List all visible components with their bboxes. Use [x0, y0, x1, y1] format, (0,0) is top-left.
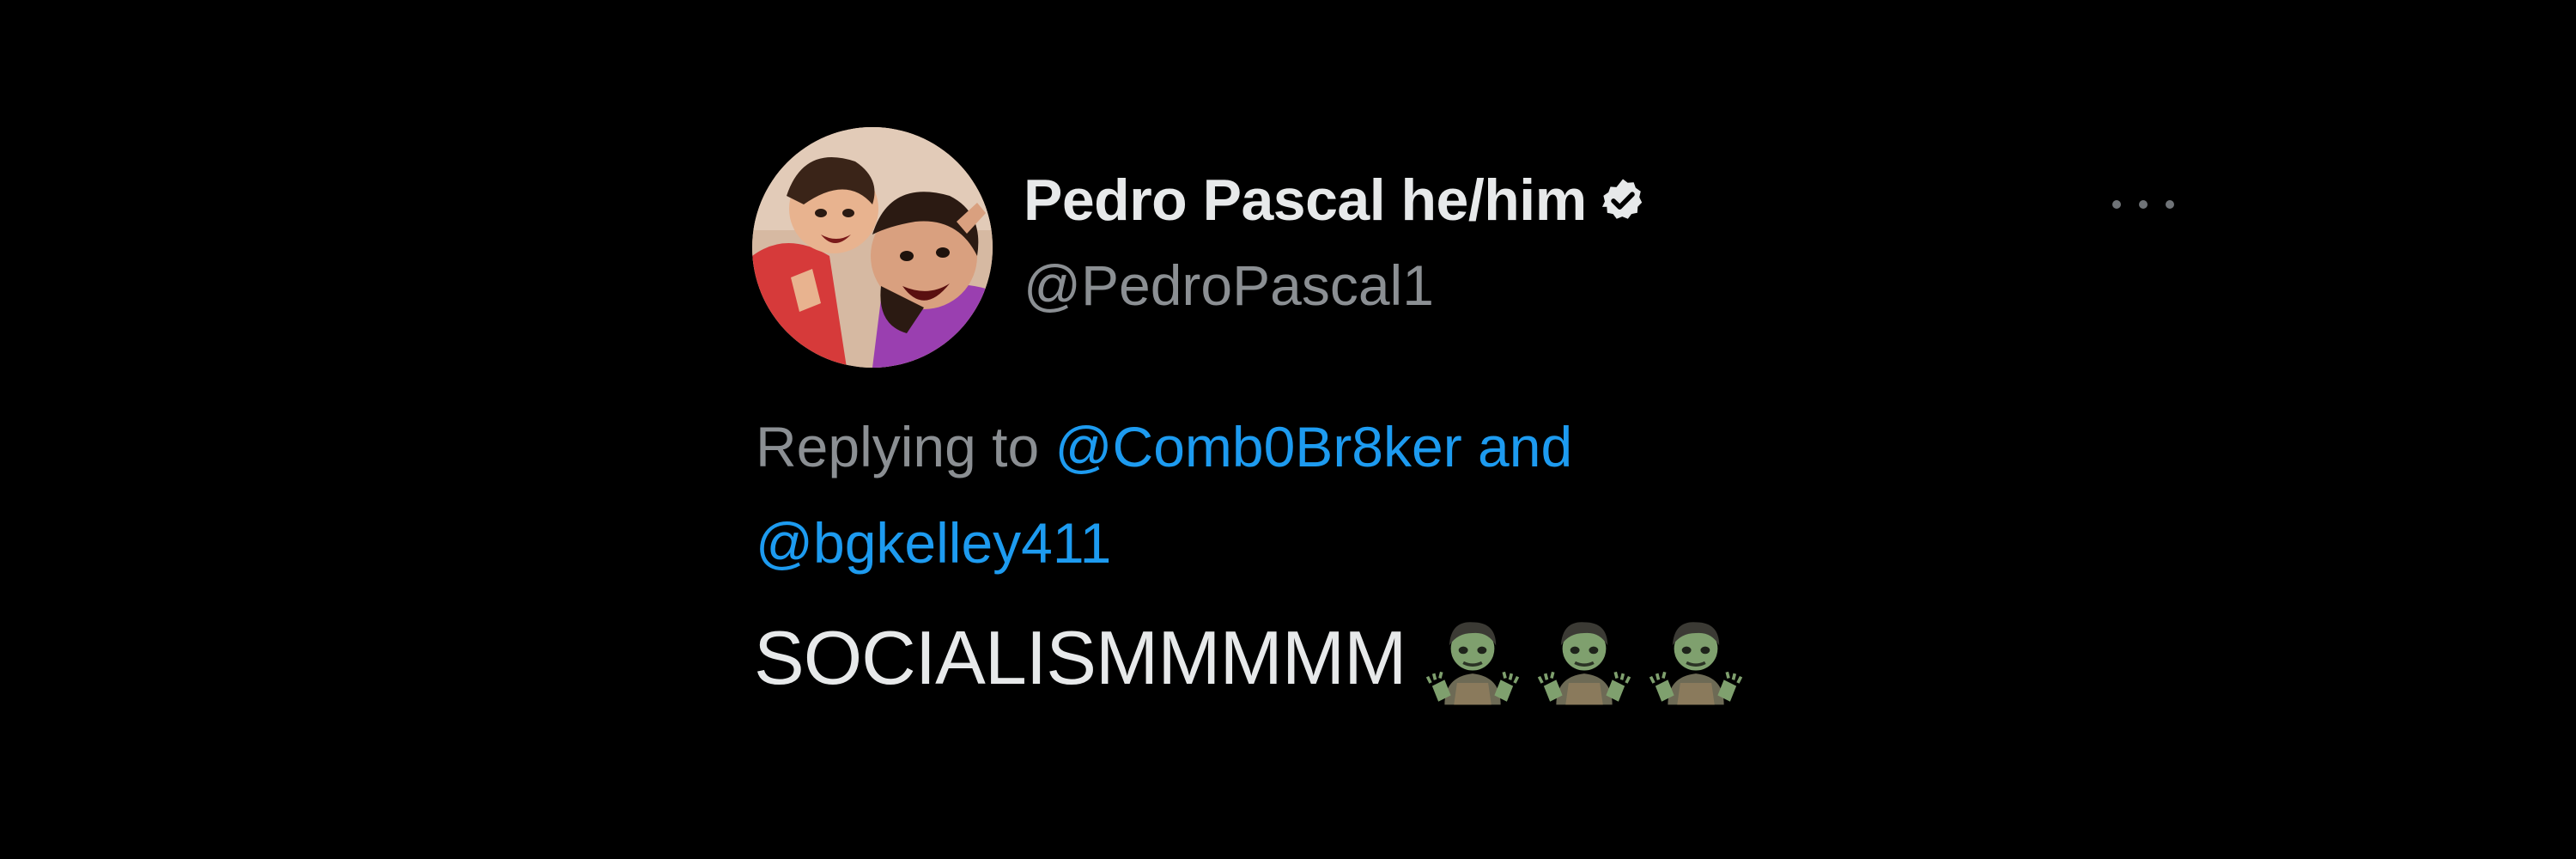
tweet-body: SOCIALISMMMMM [754, 608, 1746, 708]
zombie-icon [1423, 608, 1522, 708]
author-name-row[interactable]: Pedro Pascal he/him [1024, 167, 1647, 234]
emoji-group [1423, 608, 1746, 708]
tweet-text: SOCIALISMMMMM [754, 615, 1406, 700]
more-dot [2112, 200, 2121, 209]
replying-to-context: Replying to @Comb0Br8ker and @bgkelley41… [756, 399, 1786, 591]
reply-mention-1[interactable]: @Comb0Br8ker [1055, 415, 1462, 478]
reply-mention-2[interactable]: @bgkelley411 [756, 511, 1111, 575]
more-options-icon[interactable] [2112, 194, 2174, 215]
reply-mention-joiner[interactable]: and [1478, 415, 1572, 478]
more-dot [2139, 200, 2148, 209]
author-handle[interactable]: @PedroPascal1 [1024, 253, 1434, 318]
author-display-name[interactable]: Pedro Pascal he/him [1024, 167, 1587, 234]
zombie-icon [1534, 608, 1634, 708]
verified-badge-icon [1599, 176, 1647, 224]
replying-to-label: Replying to [756, 415, 1040, 478]
zombie-icon [1646, 608, 1746, 708]
avatar[interactable] [752, 127, 993, 368]
more-dot [2166, 200, 2174, 209]
tweet-card: Pedro Pascal he/him @PedroPascal1 Replyi… [752, 127, 2195, 728]
avatar-photo [752, 127, 993, 368]
